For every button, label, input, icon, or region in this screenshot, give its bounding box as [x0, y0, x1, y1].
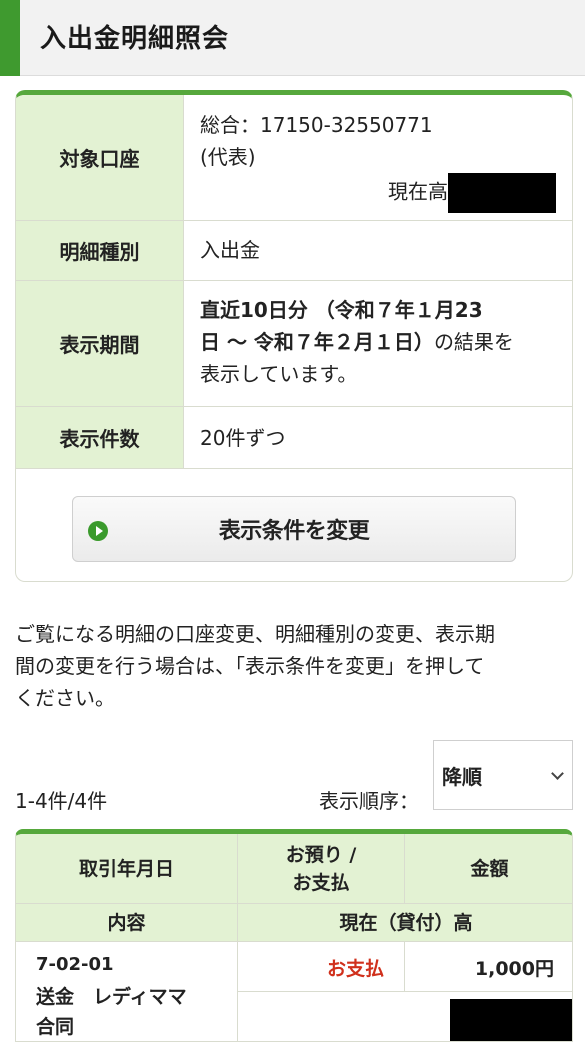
header-type: お預り / お支払 — [238, 834, 405, 904]
period-suffix: の結果を — [433, 330, 514, 354]
account-number: 総合：17150-32550771 — [200, 113, 433, 137]
balance-label: 現在高 — [388, 179, 448, 204]
page-header: 入出金明細照会 — [0, 0, 585, 76]
play-icon — [88, 521, 108, 541]
account-label: 対象口座 — [16, 95, 184, 220]
row-type: お支払 — [326, 958, 384, 980]
header-accent-bar — [0, 0, 20, 76]
type-label: 明細種別 — [16, 221, 184, 280]
account-value: 総合：17150-32550771 (代表) 現在高 — [200, 109, 560, 213]
info-line2: 間の変更を行う場合は、「表示条件を変更」を押して — [15, 654, 485, 678]
info-text: ご覧になる明細の口座変更、明細種別の変更、表示期 間の変更を行う場合は、「表示条… — [15, 618, 573, 714]
condition-summary-card: 対象口座 総合：17150-32550771 (代表) 現在高 明細種別 入出金… — [15, 90, 573, 582]
table-row[interactable]: 7-02-01 送金 レディママ 合同 — [16, 942, 238, 1041]
result-count: 1-4件/4件 — [15, 789, 108, 813]
type-value: 入出金 — [200, 238, 260, 262]
info-line1: ご覧になる明細の口座変更、明細種別の変更、表示期 — [15, 622, 495, 646]
type-row: 明細種別 入出金 — [16, 221, 572, 281]
change-conditions-label: 表示条件を変更 — [218, 519, 370, 544]
header-type-line1: お預り / — [285, 843, 357, 866]
balance-masked — [448, 173, 556, 213]
sort-order-value: 降順 — [442, 765, 482, 789]
chevron-down-icon — [551, 767, 564, 780]
row-balance-masked — [450, 999, 572, 1041]
period-line3: 表示しています。 — [200, 362, 358, 386]
sort-order-select[interactable]: 降順 — [433, 740, 573, 810]
count-value: 20件ずつ — [200, 426, 286, 450]
account-representative: (代表) — [200, 145, 256, 169]
period-value: 直近10日分 （令和７年１月23 日 〜 令和７年２月１日）の結果を 表示してい… — [200, 294, 560, 390]
row-amount: 1,000円 — [474, 958, 554, 980]
transaction-table: 取引年月日 お預り / お支払 金額 内容 現在（貸付）高 7-02-01 送金 … — [15, 829, 573, 1042]
info-line3: ください。 — [15, 686, 115, 710]
row-description-line1: 送金 レディママ — [36, 986, 187, 1008]
header-balance: 現在（貸付）高 — [238, 904, 572, 942]
row-description: 送金 レディママ 合同 — [36, 982, 187, 1041]
period-label: 表示期間 — [16, 281, 184, 406]
row-date: 7-02-01 — [36, 954, 114, 975]
header-content: 内容 — [16, 904, 238, 942]
change-conditions-button[interactable]: 表示条件を変更 — [72, 496, 516, 562]
period-row: 表示期間 直近10日分 （令和７年１月23 日 〜 令和７年２月１日）の結果を … — [16, 281, 572, 407]
account-row: 対象口座 総合：17150-32550771 (代表) 現在高 — [16, 95, 572, 221]
header-date: 取引年月日 — [16, 834, 238, 904]
header-type-line2: お支払 — [292, 871, 350, 894]
sort-order-label: 表示順序： — [319, 789, 419, 813]
count-row: 表示件数 20件ずつ — [16, 407, 572, 469]
row-description-line2: 合同 — [36, 1016, 75, 1038]
period-line2: 日 〜 令和７年２月１日） — [200, 330, 434, 354]
header-amount: 金額 — [405, 834, 572, 904]
page-title: 入出金明細照会 — [40, 24, 230, 54]
period-line1: 直近10日分 （令和７年１月23 — [200, 298, 483, 322]
count-label: 表示件数 — [16, 407, 184, 468]
